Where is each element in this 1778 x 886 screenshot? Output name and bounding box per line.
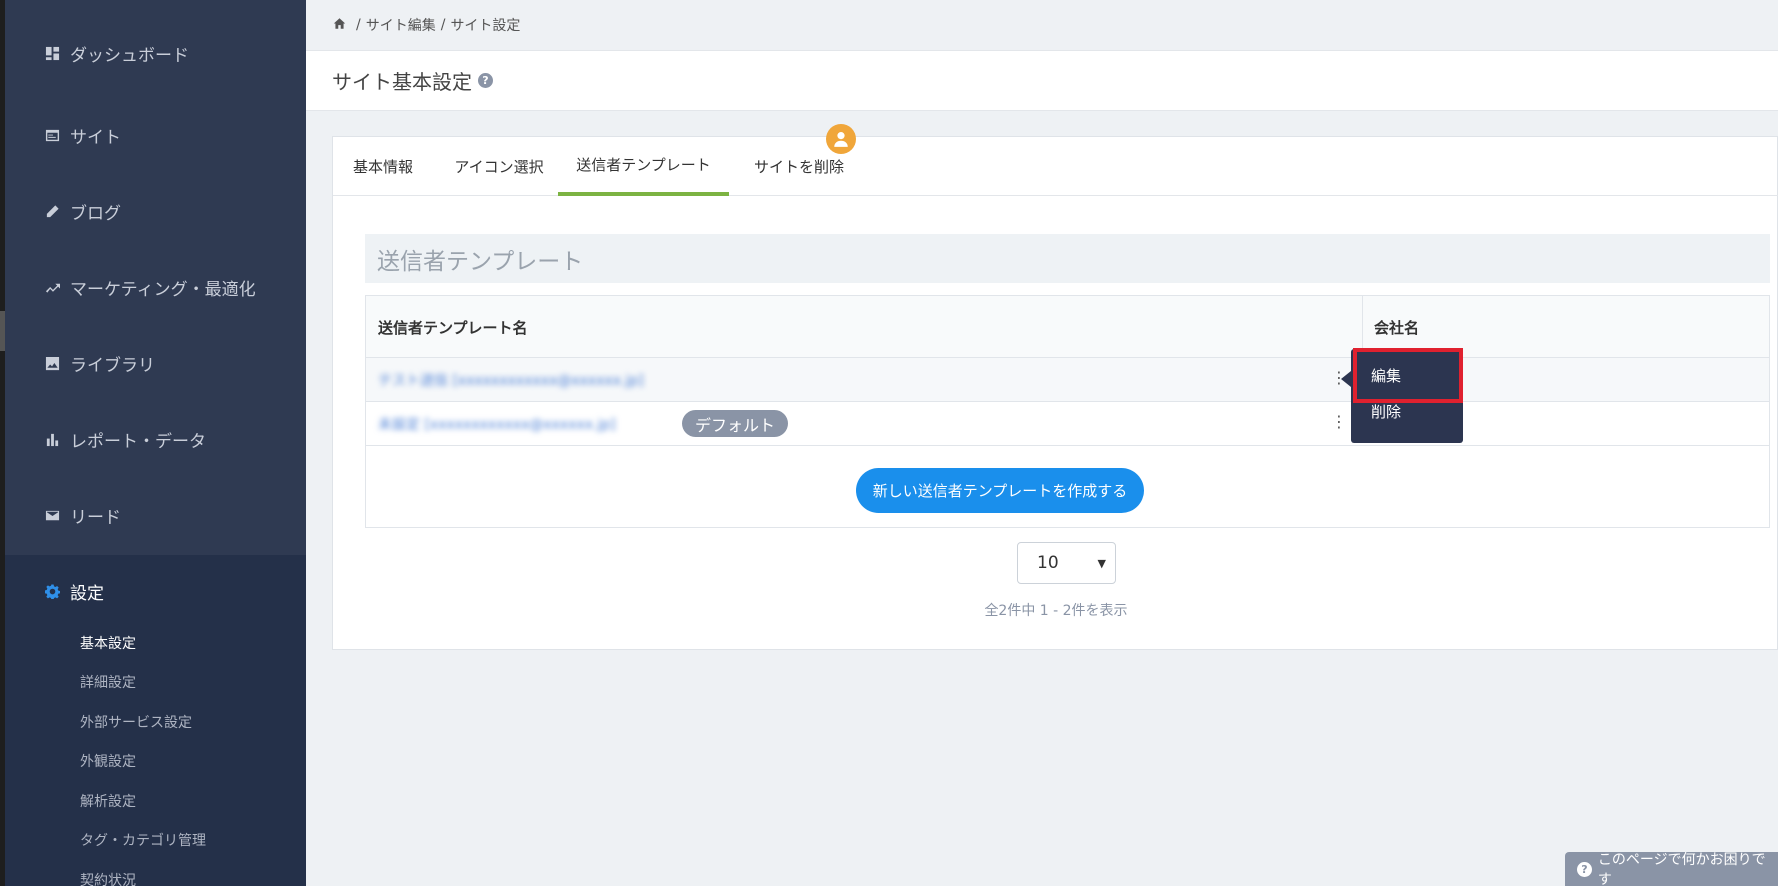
row-menu-icon[interactable]: ⋮: [1331, 412, 1347, 431]
sidebar-item-label: 設定: [70, 583, 104, 604]
sidebar-item-label: レポート・データ: [70, 431, 206, 452]
mail-icon: [44, 507, 60, 523]
tab-bar: 基本情報 アイコン選択 送信者テンプレート サイトを削除: [333, 124, 1778, 196]
sidebar: ダッシュボード サイト ブログ マーケティング・最適化 ライブラリ レポート・デ…: [0, 0, 306, 886]
default-badge: デフォルト: [682, 410, 789, 437]
tab-icon-select[interactable]: アイコン選択: [433, 137, 565, 196]
column-header-template-name: 送信者テンプレート名: [378, 318, 528, 337]
create-sender-template-button[interactable]: 新しい送信者テンプレートを作成する: [856, 468, 1144, 513]
sidebar-item-label: ブログ: [70, 203, 121, 224]
help-float-label: このページで何かお困りです: [1597, 852, 1766, 886]
chevron-down-icon: ▼: [1097, 557, 1106, 570]
sidebar-item-marketing[interactable]: マーケティング・最適化: [5, 249, 306, 325]
breadcrumb-site-edit[interactable]: サイト編集: [366, 15, 436, 35]
window-edge: [0, 311, 5, 351]
menu-pointer: [1341, 371, 1351, 387]
home-icon[interactable]: [333, 17, 351, 34]
menu-item-delete[interactable]: 削除: [1371, 401, 1401, 422]
tab-sender-template[interactable]: 送信者テンプレート: [558, 137, 729, 196]
breadcrumb: / サイト編集 / サイト設定: [306, 0, 1778, 50]
section-title: 送信者テンプレート: [365, 234, 1770, 283]
sender-template-table: 送信者テンプレート名 会社名 テスト送信 [xxxxxxxxxxxx@xxxxx…: [365, 295, 1770, 528]
sidebar-item-label: リード: [70, 507, 121, 528]
page-title: サイト基本設定: [332, 70, 472, 94]
highlight-annotation: [1353, 348, 1463, 403]
sidebar-subitem-analytics[interactable]: 解析設定: [80, 791, 136, 811]
gear-icon: [44, 583, 60, 599]
help-float-button[interactable]: ? このページで何かお困りです: [1565, 852, 1778, 886]
sidebar-item-lead[interactable]: リード: [5, 477, 306, 553]
pencil-icon: [44, 203, 60, 219]
sidebar-subitem-detail[interactable]: 詳細設定: [80, 672, 136, 692]
bar-chart-icon: [44, 431, 60, 447]
page-header: サイト基本設定 ?: [306, 50, 1778, 111]
sidebar-item-dashboard[interactable]: ダッシュボード: [5, 15, 306, 91]
trending-icon: [44, 279, 60, 295]
sidebar-subitem-contract[interactable]: 契約状況: [80, 870, 136, 886]
site-icon: [44, 127, 60, 143]
image-icon: [44, 355, 60, 371]
table-row: 未設定 [xxxxxxxxxxxx@xxxxxx.jp] デフォルト ⋮: [366, 402, 1769, 446]
sidebar-subitem-tags[interactable]: タグ・カテゴリ管理: [80, 830, 206, 850]
page-size-select[interactable]: 10 ▼: [1017, 542, 1116, 584]
settings-card: 基本情報 アイコン選択 送信者テンプレート サイトを削除 送信者テンプレート 送…: [332, 124, 1778, 650]
template-name-link[interactable]: テスト送信 [xxxxxxxxxxxx@xxxxxx.jp]: [378, 370, 644, 390]
sidebar-subitem-external[interactable]: 外部サービス設定: [80, 712, 192, 732]
dashboard-icon: [44, 45, 60, 61]
sidebar-item-label: マーケティング・最適化: [70, 279, 256, 300]
page-size-value: 10: [1037, 553, 1059, 573]
table-header-row: 送信者テンプレート名 会社名: [366, 296, 1769, 358]
sidebar-subitem-appearance[interactable]: 外観設定: [80, 751, 136, 771]
tab-basic-info[interactable]: 基本情報: [333, 137, 433, 196]
sidebar-item-library[interactable]: ライブラリ: [5, 325, 306, 401]
sidebar-item-label: サイト: [70, 127, 121, 148]
sidebar-item-site[interactable]: サイト: [5, 97, 306, 173]
sidebar-item-report[interactable]: レポート・データ: [5, 401, 306, 477]
breadcrumb-separator: /: [356, 17, 361, 33]
help-icon[interactable]: ?: [478, 73, 493, 88]
user-avatar-icon[interactable]: [826, 124, 856, 154]
sidebar-item-settings[interactable]: 設定: [5, 553, 306, 629]
table-row: テスト送信 [xxxxxxxxxxxx@xxxxxx.jp] ⋮: [366, 358, 1769, 402]
pager-info: 全2件中 1 - 2件を表示: [984, 603, 1128, 619]
sidebar-subitem-basic[interactable]: 基本設定: [80, 633, 136, 653]
breadcrumb-current: サイト設定: [450, 18, 521, 34]
question-icon: ?: [1577, 861, 1592, 877]
template-name-link[interactable]: 未設定 [xxxxxxxxxxxx@xxxxxx.jp]: [378, 414, 616, 434]
breadcrumb-separator: /: [440, 17, 446, 33]
sidebar-item-label: ダッシュボード: [70, 45, 189, 66]
sidebar-item-blog[interactable]: ブログ: [5, 173, 306, 249]
sidebar-item-label: ライブラリ: [70, 355, 155, 376]
